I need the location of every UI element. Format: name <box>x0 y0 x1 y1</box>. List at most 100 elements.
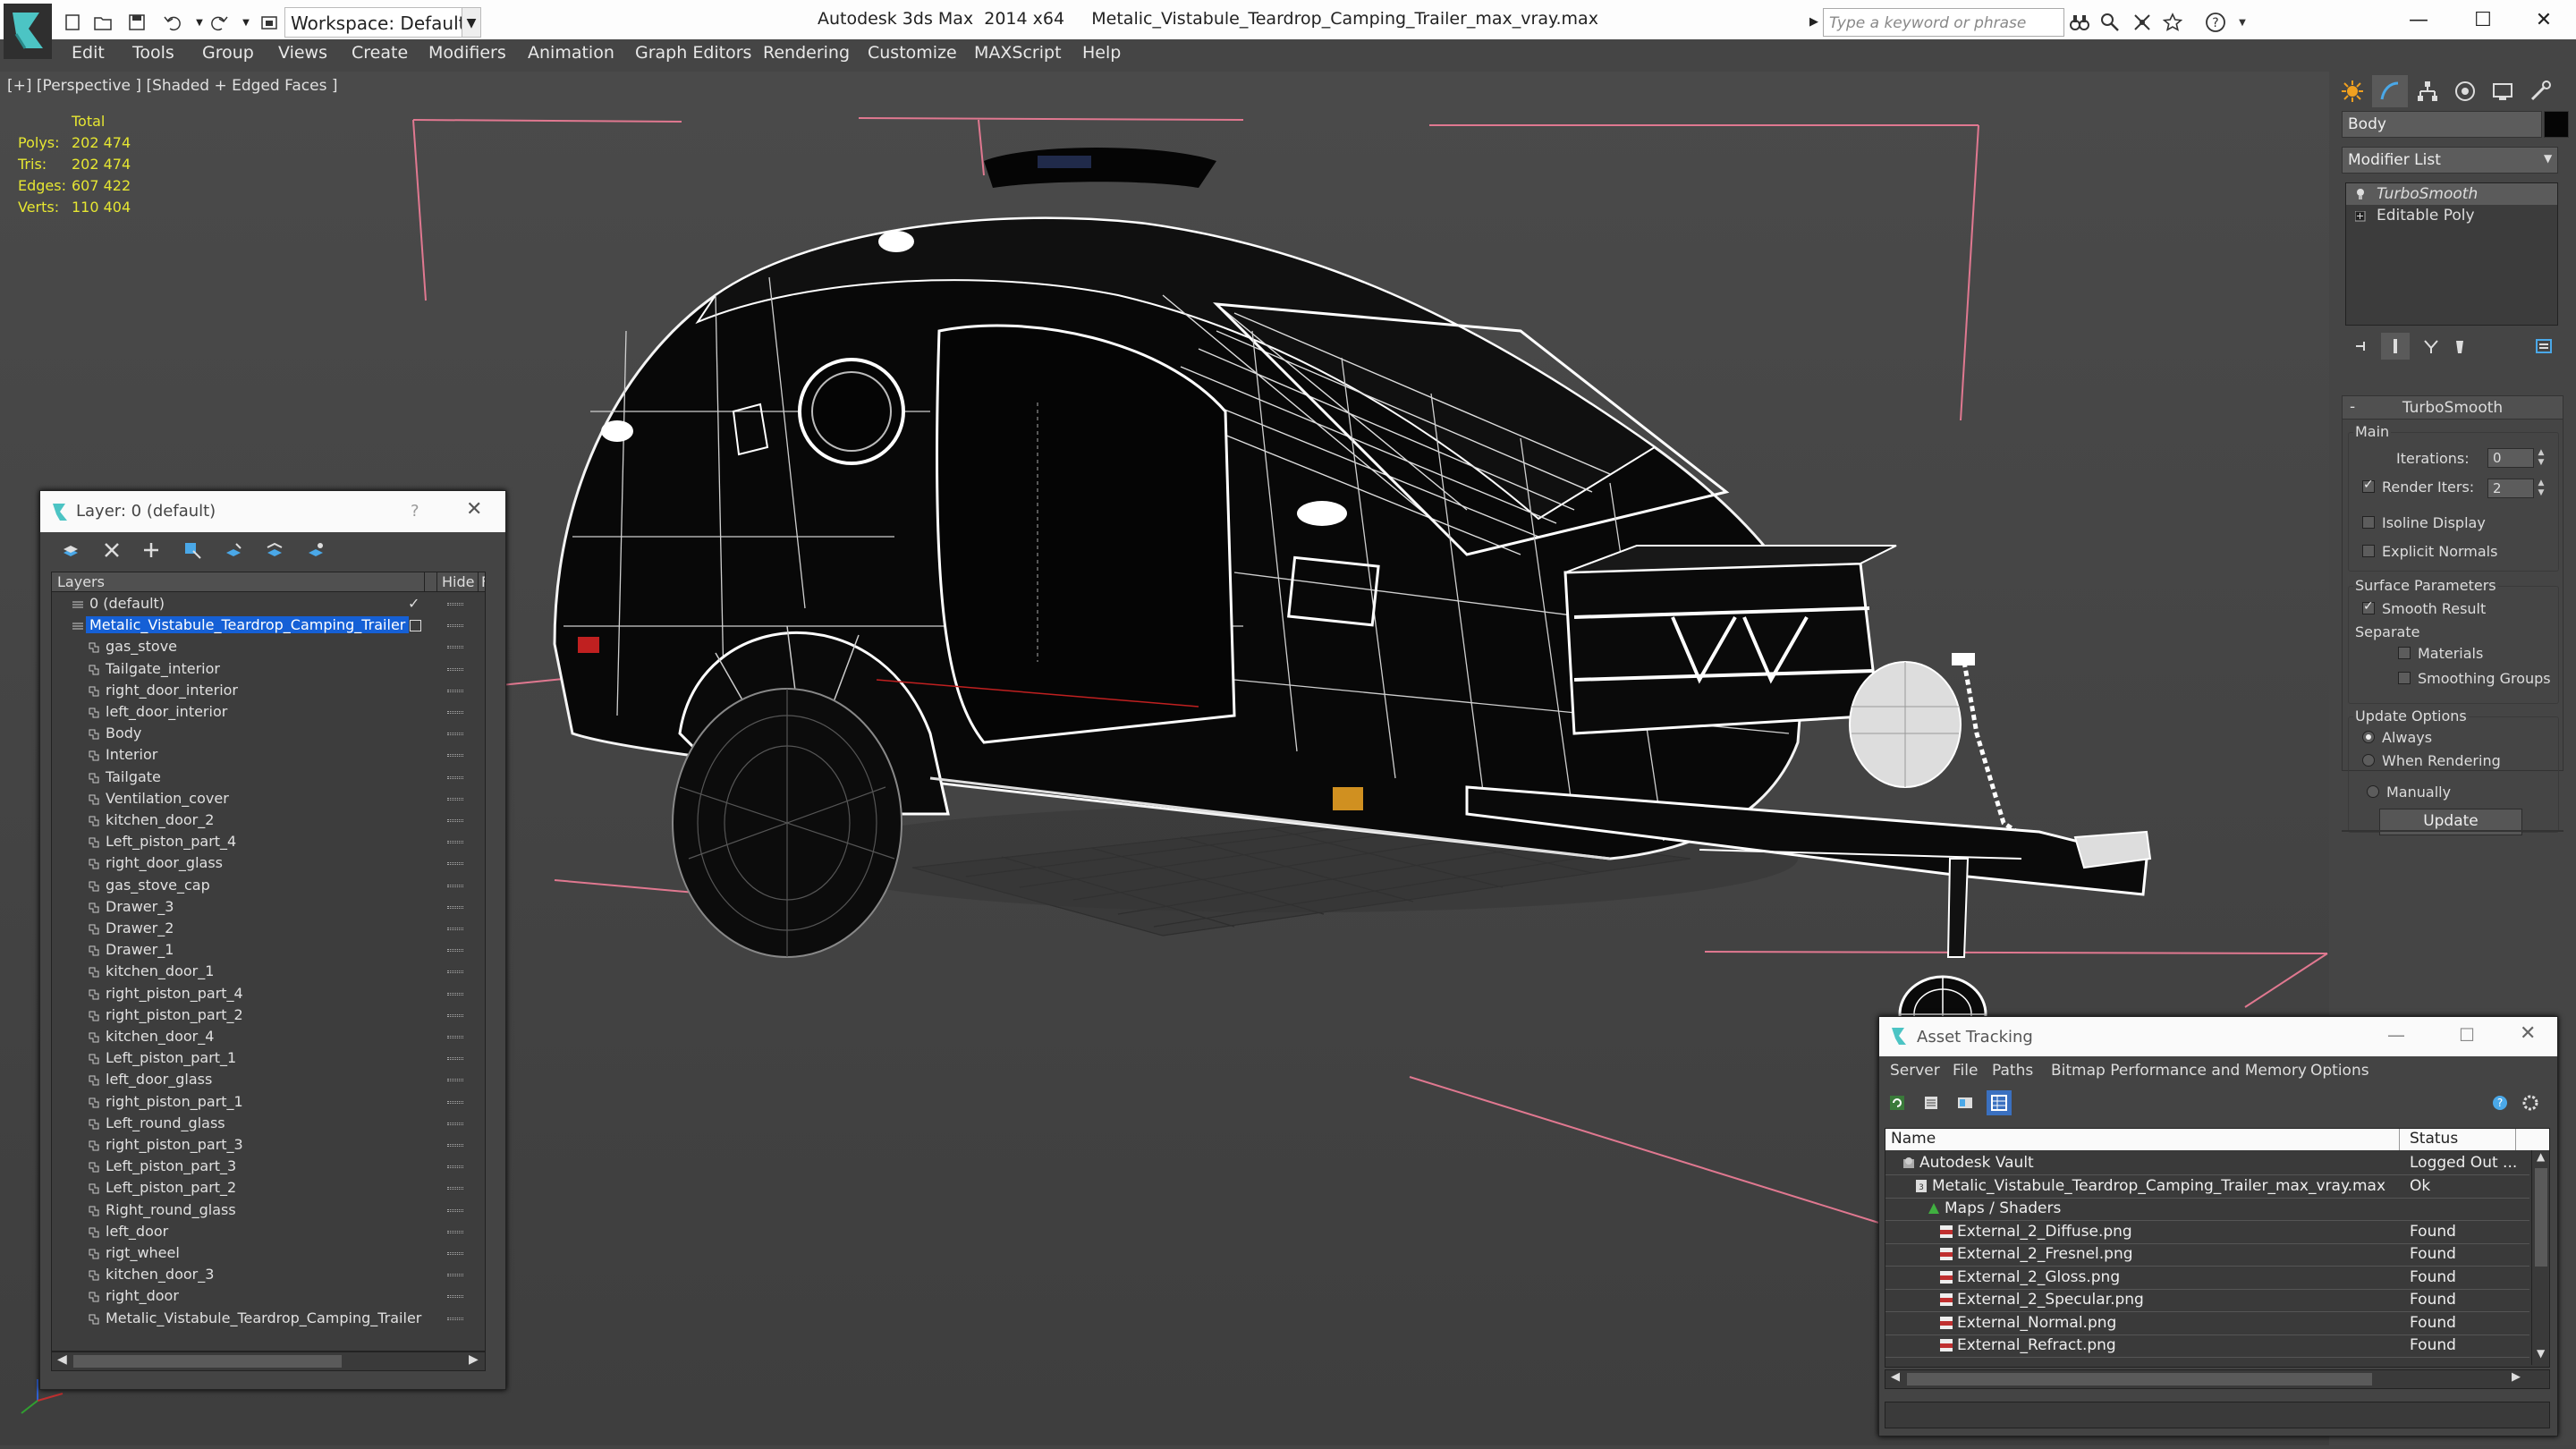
scroll-up-icon[interactable]: ▲ <box>2537 1150 2545 1163</box>
menu-paths[interactable]: Paths <box>1992 1062 2033 1080</box>
hide-toggle[interactable] <box>447 1230 463 1233</box>
layer-row[interactable]: Drawer_3 <box>52 897 485 919</box>
maximize-button[interactable]: ☐ <box>2459 1024 2475 1046</box>
layer-row[interactable]: kitchen_door_3 <box>52 1265 485 1286</box>
new-file-icon[interactable] <box>61 11 84 34</box>
menu-server[interactable]: Server <box>1890 1062 1940 1080</box>
scroll-right-icon[interactable]: ▶ <box>2512 1370 2521 1384</box>
layer-row[interactable]: Left_piston_part_1 <box>52 1048 485 1070</box>
hide-toggle[interactable] <box>447 928 463 930</box>
app-menu-button[interactable] <box>4 4 52 59</box>
hide-toggle[interactable] <box>447 884 463 887</box>
hide-toggle[interactable] <box>447 1208 463 1212</box>
hide-toggle[interactable] <box>447 1165 463 1169</box>
modify-tab-icon[interactable] <box>2372 75 2408 107</box>
object-color-swatch[interactable] <box>2544 111 2569 138</box>
open-file-icon[interactable] <box>91 11 114 34</box>
hide-toggle[interactable] <box>447 733 463 736</box>
iterations-spinner[interactable]: 0 <box>2487 448 2534 468</box>
col-freeze[interactable]: F <box>481 573 485 590</box>
layer-row[interactable]: Tailgate_interior <box>52 659 485 681</box>
layer-row[interactable]: kitchen_door_4 <box>52 1027 485 1048</box>
layer-row[interactable]: right_door_interior <box>52 681 485 702</box>
menu-create[interactable]: Create <box>352 43 408 63</box>
layer-row[interactable]: Drawer_1 <box>52 940 485 962</box>
spinner-arrows-icon[interactable]: ▲ ▼ <box>2536 448 2546 468</box>
menu-tools[interactable]: Tools <box>132 43 174 63</box>
when-rendering-radio[interactable] <box>2362 754 2375 767</box>
asset-row[interactable]: Autodesk Vault Logged Out ... <box>1885 1152 2529 1175</box>
layer-row[interactable]: 0 (default) ✓ <box>52 594 485 615</box>
scrollbar-thumb[interactable] <box>1907 1373 2372 1385</box>
add-to-layer-icon[interactable] <box>139 538 164 563</box>
asset-dialog-titlebar[interactable]: Asset Tracking — ☐ ✕ <box>1879 1017 2557 1056</box>
list-view-icon[interactable] <box>1919 1090 1944 1115</box>
chevron-down-icon[interactable]: ▼ <box>462 7 481 38</box>
make-unique-icon[interactable] <box>2417 333 2445 360</box>
asset-row[interactable]: External_2_Gloss.png Found <box>1885 1267 2529 1290</box>
display-tab-icon[interactable] <box>2485 75 2521 107</box>
hide-all-layers-icon[interactable] <box>262 538 287 563</box>
search-expand-icon[interactable]: ▶ <box>1805 8 1823 37</box>
current-layer-check-icon[interactable]: ✓ <box>408 595 419 612</box>
menu-animation[interactable]: Animation <box>528 43 614 63</box>
subscription-icon[interactable] <box>2097 9 2123 36</box>
remove-modifier-icon[interactable] <box>2445 333 2474 360</box>
object-name-field[interactable]: Body <box>2342 111 2542 138</box>
layer-row[interactable]: Interior <box>52 745 485 767</box>
motion-tab-icon[interactable] <box>2447 75 2483 107</box>
scroll-down-icon[interactable]: ▼ <box>2537 1347 2545 1360</box>
vault-settings-icon[interactable] <box>2518 1090 2543 1115</box>
hide-toggle[interactable] <box>447 862 463 866</box>
communication-center-icon[interactable] <box>2129 9 2156 36</box>
hide-toggle[interactable] <box>447 1274 463 1277</box>
hide-toggle[interactable] <box>447 1122 463 1125</box>
spinner-arrows-icon[interactable]: ▲ ▼ <box>2536 479 2546 498</box>
favorites-star-icon[interactable] <box>2159 9 2186 36</box>
viewport-label[interactable]: [+] [Perspective ] [Shaded + Edged Faces… <box>7 77 337 95</box>
hide-toggle[interactable] <box>447 992 463 996</box>
project-folder-icon[interactable] <box>258 11 281 34</box>
layer-row[interactable]: right_door <box>52 1286 485 1308</box>
layer-row[interactable]: Tailgate <box>52 767 485 789</box>
lightbulb-icon[interactable] <box>2355 187 2366 199</box>
pin-stack-icon[interactable] <box>2347 333 2376 360</box>
hide-toggle[interactable] <box>447 1036 463 1038</box>
col-name[interactable]: Name <box>1891 1130 1936 1148</box>
layer-row[interactable]: Metalic_Vistabule_Teardrop_Camping_Trail… <box>52 615 485 637</box>
render-iters-spinner[interactable]: 2 <box>2487 479 2534 498</box>
hide-toggle[interactable] <box>447 1144 463 1147</box>
layer-row[interactable]: kitchen_door_1 <box>52 962 485 983</box>
hide-toggle[interactable] <box>447 819 463 822</box>
hide-toggle[interactable] <box>447 646 463 649</box>
scrollbar-thumb[interactable] <box>73 1355 342 1368</box>
asset-path-field[interactable] <box>1885 1402 2550 1428</box>
collapse-icon[interactable]: - <box>2350 398 2355 416</box>
layer-row[interactable]: left_door_interior <box>52 702 485 724</box>
layer-row[interactable]: rigt_wheel <box>52 1243 485 1265</box>
layer-row[interactable]: Metalic_Vistabule_Teardrop_Camping_Trail… <box>52 1309 485 1330</box>
menu-graph-editors[interactable]: Graph Editors <box>635 43 751 63</box>
search-input[interactable]: Type a keyword or phrase <box>1823 8 2064 37</box>
minimize-button[interactable]: — <box>2386 0 2451 39</box>
layer-row[interactable]: Left_round_glass <box>52 1114 485 1135</box>
layer-row[interactable]: Left_piston_part_4 <box>52 832 485 853</box>
menu-maxscript[interactable]: MAXScript <box>974 43 1062 63</box>
hide-toggle[interactable] <box>447 1013 463 1017</box>
manually-radio[interactable] <box>2367 785 2379 798</box>
help-button[interactable]: ? <box>411 502 419 521</box>
horizontal-scrollbar[interactable]: ◀ ▶ <box>51 1352 486 1371</box>
select-objects-icon[interactable] <box>180 538 205 563</box>
layer-row[interactable]: Right_round_glass <box>52 1200 485 1222</box>
chevron-down-icon[interactable]: ▼ <box>2544 152 2552 165</box>
help-icon[interactable]: ? <box>2202 9 2229 36</box>
render-iters-checkbox[interactable] <box>2362 478 2375 493</box>
hide-toggle[interactable] <box>447 1057 463 1061</box>
asset-row[interactable]: External_2_Diffuse.png Found <box>1885 1221 2529 1244</box>
scroll-left-icon[interactable]: ◀ <box>57 1352 67 1367</box>
create-layer-icon[interactable] <box>58 538 83 563</box>
stack-item-editable-poly[interactable]: Editable Poly <box>2346 205 2557 226</box>
hide-toggle[interactable] <box>447 1317 463 1320</box>
maximize-button[interactable]: ☐ <box>2451 0 2515 39</box>
layer-row[interactable]: Body <box>52 724 485 745</box>
